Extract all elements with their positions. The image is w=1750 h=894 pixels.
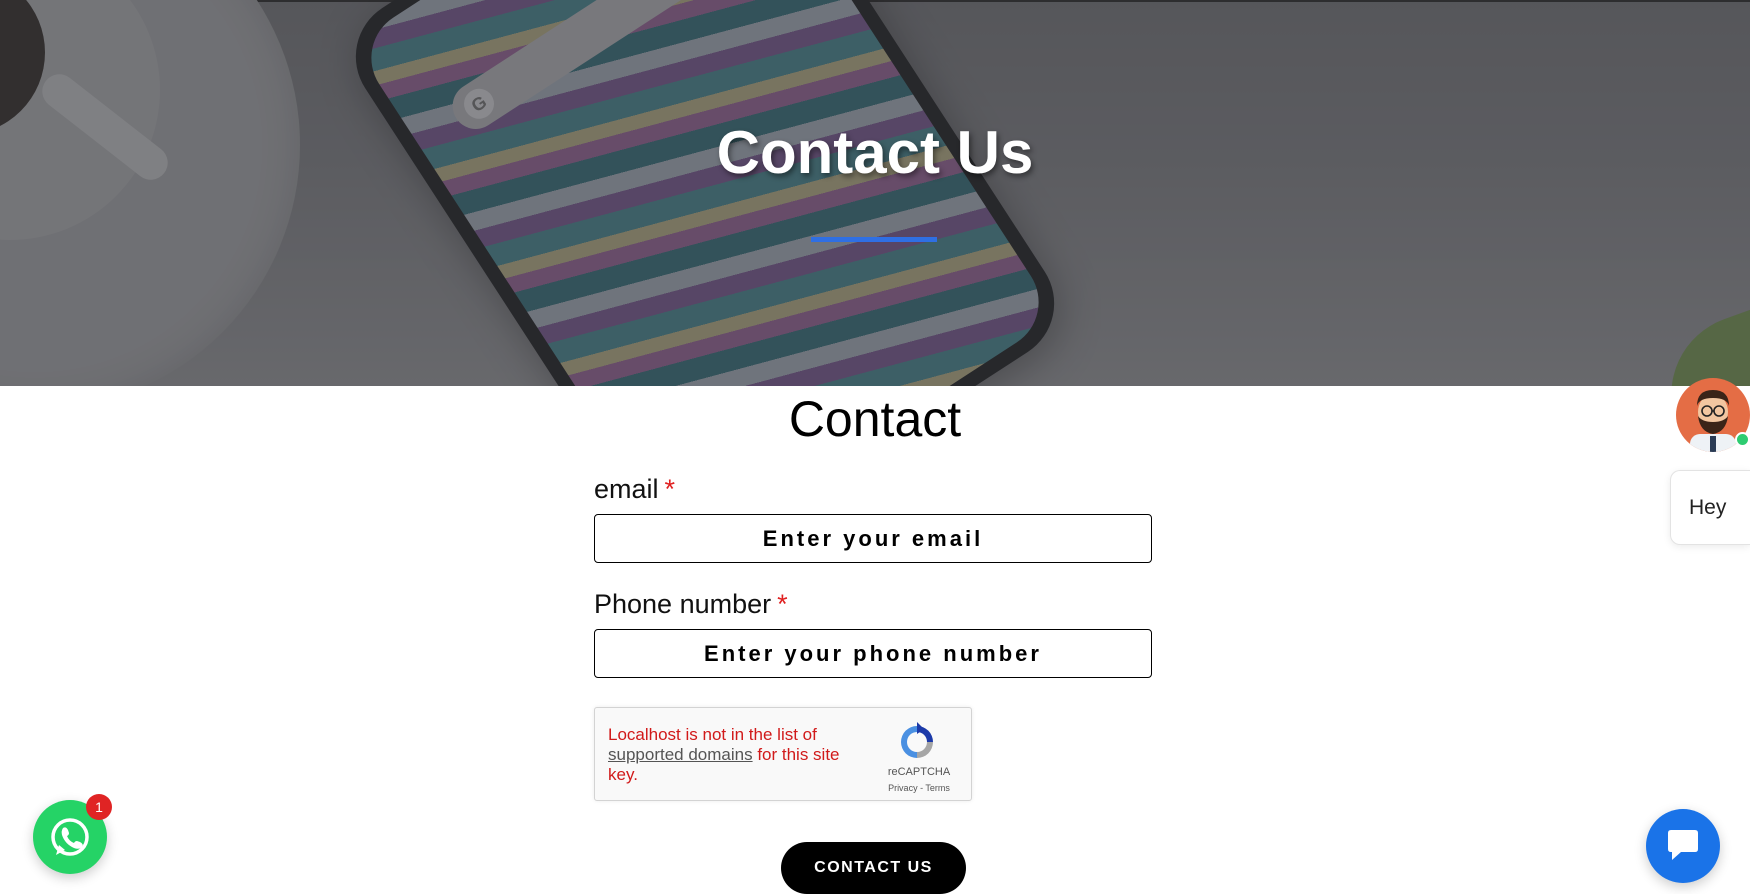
email-label-text: email bbox=[594, 474, 659, 504]
phone-label: Phone number * bbox=[594, 589, 788, 620]
contact-form-title: Contact bbox=[788, 391, 962, 447]
hero-title-underline bbox=[811, 237, 937, 242]
required-asterisk: * bbox=[777, 589, 788, 619]
required-asterisk: * bbox=[664, 474, 676, 504]
recaptcha-brand: reCAPTCHA bbox=[887, 766, 951, 778]
hero-overlay bbox=[0, 0, 1750, 386]
recaptcha-icon bbox=[901, 722, 933, 758]
whatsapp-icon bbox=[51, 818, 89, 856]
hero-title: Contact Us bbox=[716, 119, 1034, 186]
recaptcha-error-message: Localhost is not in the list of supporte… bbox=[608, 725, 843, 785]
email-label: email * bbox=[594, 474, 675, 505]
online-status-dot bbox=[1735, 432, 1750, 447]
recaptcha-privacy-link[interactable]: Privacy bbox=[888, 783, 918, 793]
chat-button[interactable] bbox=[1646, 809, 1720, 883]
recaptcha-widget[interactable]: Localhost is not in the list of supporte… bbox=[594, 707, 972, 801]
contact-us-button[interactable]: CONTACT US bbox=[781, 842, 966, 894]
supported-domains-link[interactable]: supported domains bbox=[608, 745, 753, 764]
recaptcha-terms-link[interactable]: Terms bbox=[925, 783, 950, 793]
phone-label-text: Phone number bbox=[594, 589, 772, 619]
hero-banner: G Contact Us bbox=[0, 0, 1750, 386]
chat-icon bbox=[1668, 830, 1698, 860]
recaptcha-links: Privacy - Terms bbox=[877, 783, 961, 793]
email-input[interactable] bbox=[594, 514, 1152, 563]
notification-badge: 1 bbox=[86, 794, 112, 820]
phone-input[interactable] bbox=[594, 629, 1152, 678]
greeting-bubble[interactable]: Hey bbox=[1670, 470, 1750, 545]
recaptcha-error-text: Localhost is not in the list of bbox=[608, 725, 817, 744]
